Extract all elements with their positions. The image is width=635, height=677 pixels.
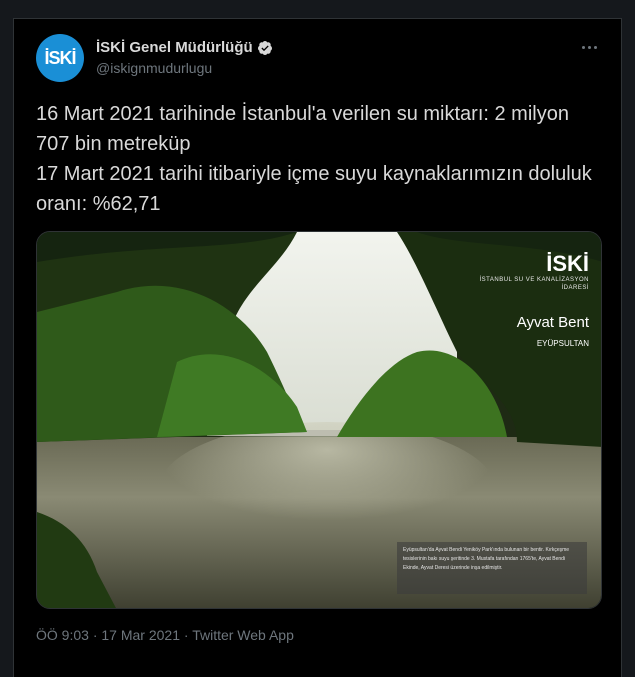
watermark-district: EYÜPSULTAN (536, 339, 589, 348)
author-handle[interactable]: @iskignmudurlugu (96, 60, 212, 76)
watermark-place-name: Ayvat Bent (516, 314, 589, 331)
watermark-logo: İSKİ (546, 251, 589, 276)
tweet-card: İSKİ İSKİ Genel Müdürlüğü @iskignmudurlu… (13, 18, 622, 677)
photo-caption-box: Eyüpsultan'da Ayvat Bendi Yeniköy Park'ı… (397, 542, 587, 594)
tweet-text: 16 Mart 2021 tarihinde İstanbul'a verile… (36, 103, 592, 215)
tweet-source[interactable]: Twitter Web App (192, 627, 294, 643)
photo-watermark: İSKİ İSTANBUL SU VE KANALİZASYON İDARESİ… (459, 251, 589, 349)
avatar[interactable]: İSKİ (36, 34, 84, 82)
meta-separator: · (183, 627, 189, 643)
avatar-logo-mark: İSKİ (44, 48, 76, 68)
author-display-name[interactable]: İSKİ Genel Müdürlüğü (96, 39, 253, 56)
tweet-metadata: ÖÖ 9:03 · 17 Mar 2021 · Twitter Web App (36, 627, 294, 643)
tweet-timestamp[interactable]: ÖÖ 9:03 · 17 Mar 2021 (36, 627, 180, 643)
verified-badge-icon (257, 40, 272, 55)
more-options-icon[interactable] (577, 37, 601, 57)
watermark-subtitle: İSTANBUL SU VE KANALİZASYON İDARESİ (479, 277, 589, 291)
author-name-row[interactable]: İSKİ Genel Müdürlüğü (96, 39, 273, 56)
tweet-photo[interactable]: İSKİ İSTANBUL SU VE KANALİZASYON İDARESİ… (36, 231, 602, 609)
